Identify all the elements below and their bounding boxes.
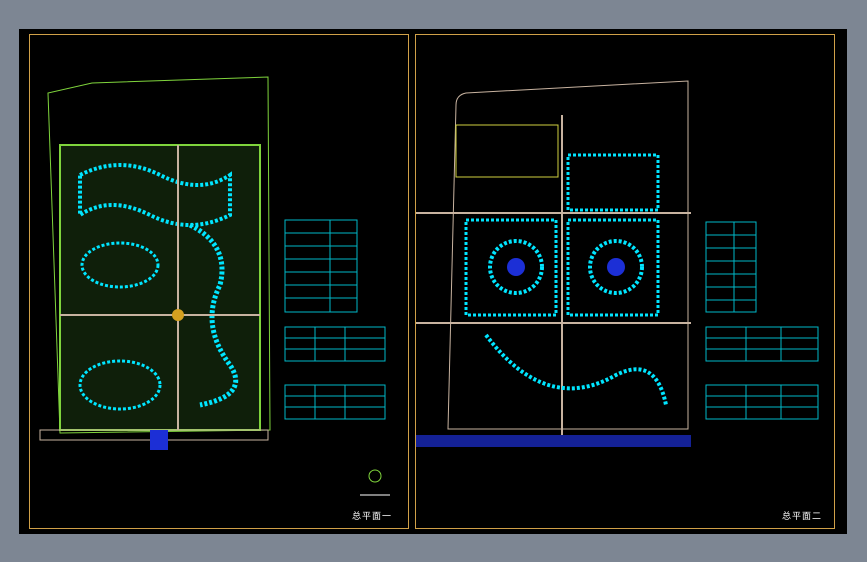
water-feature <box>150 430 168 450</box>
table-3 <box>705 384 819 420</box>
table-1 <box>705 221 757 313</box>
table-2 <box>705 326 819 362</box>
sheet-1-frame: 总平面一 <box>29 34 409 529</box>
water-east <box>607 258 625 276</box>
site-plan-2 <box>416 80 819 447</box>
north-arrow-icon <box>368 469 382 483</box>
sheet-2-frame: 总平面二 <box>415 34 835 529</box>
site-plan-1 <box>39 76 390 496</box>
roundabout <box>172 309 184 321</box>
table-1 <box>284 219 358 313</box>
water-west <box>507 258 525 276</box>
table-3 <box>284 384 386 420</box>
sheet-2-title: 总平面二 <box>782 512 823 522</box>
sheet-1-title: 总平面一 <box>352 512 393 522</box>
block-south <box>484 333 668 406</box>
table-2 <box>284 326 386 362</box>
facility-block <box>455 124 559 178</box>
water-channel <box>416 435 691 447</box>
block-northeast <box>566 153 660 212</box>
drawing-canvas: 总平面一 总平面二 <box>19 29 847 534</box>
